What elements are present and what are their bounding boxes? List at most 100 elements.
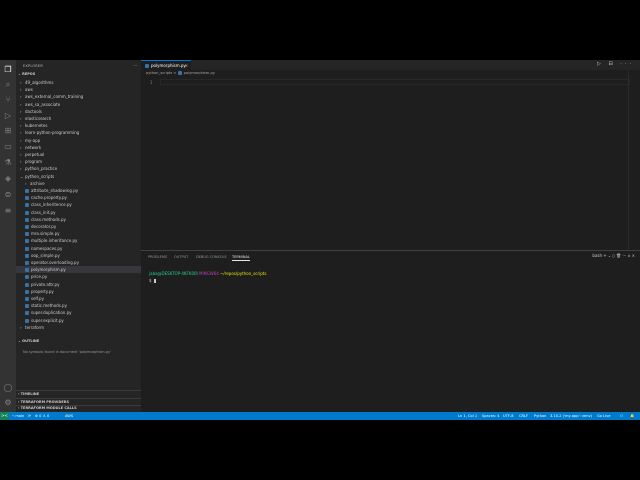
breadcrumb-file[interactable]: polymorphism.py (184, 71, 215, 75)
file-item[interactable]: private.attr.py (16, 281, 141, 288)
extensions-icon[interactable]: ⊞ (3, 126, 13, 136)
files-icon[interactable]: ❐ (3, 65, 13, 75)
python-file-icon (25, 253, 29, 258)
file-item[interactable]: decorator.py (16, 223, 141, 230)
tree-icon[interactable]: ≡ (3, 206, 13, 216)
folder-item[interactable]: › perpetual (16, 151, 141, 158)
remote-explorer-icon[interactable]: ▭ (3, 142, 13, 152)
python-interpreter[interactable]: 3.10.2 ('my-app': venv) (550, 412, 592, 420)
search-icon[interactable]: ⌕ (3, 80, 13, 90)
panel-actions[interactable]: bash + ⌄ ▯ 🗑 ··· ∧ × (592, 253, 635, 258)
tree-item-label: class.methods.py (31, 216, 66, 222)
tree-item-label: dactools (25, 108, 42, 114)
tree-item-label: network (25, 144, 42, 150)
file-item[interactable]: class.methods.py (16, 216, 141, 223)
file-item[interactable]: namespaces.py (16, 245, 141, 252)
file-item[interactable]: super.explicit.py (16, 317, 141, 324)
file-item[interactable]: property.py (16, 288, 141, 295)
tab-polymorphism[interactable]: polymorphism.py × (141, 60, 191, 70)
close-icon[interactable]: × (185, 61, 188, 70)
folder-item[interactable]: › elasticsearch (16, 115, 141, 122)
file-item[interactable]: super.duplication.py (16, 309, 141, 316)
file-item[interactable]: price.py (16, 273, 141, 280)
tree-item-label: kubernetes (25, 123, 48, 129)
go-live-button[interactable]: Go Live (597, 412, 610, 420)
current-line-highlight[interactable] (160, 79, 630, 85)
run-debug-icon[interactable]: ▷ (3, 111, 13, 121)
tab-problems[interactable]: PROBLEMS (148, 255, 167, 259)
tree-item-label: mro.simple.py (31, 231, 60, 237)
source-control-icon[interactable]: ⑂ (3, 95, 13, 105)
outline-header[interactable]: ⌄ OUTLINE (18, 339, 39, 343)
file-item[interactable]: static.methods.py (16, 302, 141, 309)
file-item[interactable]: class_init.py (16, 209, 141, 216)
folder-item[interactable]: › aws (16, 86, 141, 93)
branch-indicator[interactable]: ⑂ main (12, 412, 24, 420)
terminal-prompt: $ (149, 278, 152, 283)
folder-item[interactable]: › learn-python-programming (16, 129, 141, 136)
scrollbar[interactable] (628, 70, 629, 250)
python-file-icon (25, 232, 29, 237)
encoding[interactable]: UTF-8 (503, 412, 513, 420)
folder-item[interactable]: › aws_sa_associate (16, 101, 141, 108)
database-icon[interactable]: ⊜ (3, 190, 13, 200)
folder-item[interactable]: › python_practice (16, 165, 141, 172)
tree-item-label: aws_external_comm_training (25, 94, 84, 100)
breadcrumb: python_scripts > polymorphism.py (146, 71, 215, 75)
python-file-icon (145, 64, 149, 68)
folder-item[interactable]: › terraform (16, 324, 141, 331)
tree-item-label: attribute_shadowing.py (31, 188, 79, 193)
editor-actions[interactable]: ▷ ⊟ ··· (597, 61, 634, 67)
tree-item-label: multiple.inheritance.py (31, 238, 78, 244)
tree-item-label: oop_simple.py (31, 252, 60, 258)
folder-item[interactable]: › my-app (16, 137, 141, 144)
settings-gear-icon[interactable]: ⚙ (3, 398, 13, 408)
feedback-icon[interactable]: ⚇ (620, 412, 623, 420)
tab-debug-console[interactable]: DEBUG CONSOLE (196, 255, 227, 259)
remote-indicator[interactable]: >< (0, 412, 9, 420)
file-item[interactable]: polymorphism.py (16, 266, 141, 274)
account-icon[interactable]: ◯ (3, 383, 13, 393)
tree-item-label: class_inheritence.py (31, 202, 72, 208)
problems-indicator[interactable]: ⊗ 0 ⚠ 0 (35, 412, 49, 420)
python-file-icon (25, 318, 29, 323)
docker-icon[interactable]: ◈ (3, 174, 13, 184)
file-item[interactable]: attribute_shadowing.py (16, 187, 141, 194)
line-ending[interactable]: CRLF (519, 412, 528, 420)
python-file-icon (177, 71, 182, 75)
tab-terminal[interactable]: TERMINAL (232, 255, 250, 261)
file-item[interactable]: multiple.inheritance.py (16, 237, 141, 244)
cursor-position[interactable]: Ln 1, Col 1 (458, 412, 477, 420)
sync-icon[interactable]: ⟳ (28, 412, 31, 420)
file-item[interactable]: oop_simple.py (16, 252, 141, 259)
folder-item[interactable]: › aws_external_comm_training (16, 93, 141, 100)
timeline-section[interactable]: › TIMELINE (16, 390, 141, 398)
folder-item[interactable]: › archive (16, 180, 141, 187)
notifications-icon[interactable]: 🔔 (630, 412, 634, 420)
indentation[interactable]: Spaces: 4 (482, 412, 499, 420)
tree-item-label: static.methods.py (31, 303, 67, 309)
testing-icon[interactable]: ⚗ (3, 158, 13, 168)
breadcrumb-folder[interactable]: python_scripts (146, 71, 172, 75)
folder-item[interactable]: › dactools (16, 108, 141, 115)
language-mode[interactable]: Python (534, 412, 546, 420)
line-number: 1 (150, 80, 153, 85)
tab-output[interactable]: OUTPUT (174, 255, 188, 259)
aws-indicator[interactable]: AWS (65, 412, 73, 420)
file-item[interactable]: class_inheritence.py (16, 201, 141, 208)
folder-item[interactable]: › network (16, 144, 141, 151)
file-item[interactable]: cache.property.py (16, 194, 141, 201)
file-item[interactable]: operator.overloading.py (16, 259, 141, 266)
file-item[interactable]: mro.simple.py (16, 230, 141, 237)
folder-item[interactable]: › kubernetes (16, 122, 141, 129)
workspace-header[interactable]: ⌄ REPOS (18, 72, 35, 76)
folder-item[interactable]: › program (16, 158, 141, 165)
tree-item-label: price.py (31, 274, 48, 280)
python-file-icon (25, 304, 29, 309)
folder-item[interactable]: › 49_algorithms (16, 79, 141, 86)
more-actions-button[interactable]: ··· (133, 63, 137, 68)
folder-item[interactable]: ⌄ python_scripts (16, 173, 141, 180)
python-file-icon (25, 297, 29, 301)
terminal-input-line[interactable]: $ (149, 278, 157, 284)
file-item[interactable]: self.py (16, 295, 141, 302)
